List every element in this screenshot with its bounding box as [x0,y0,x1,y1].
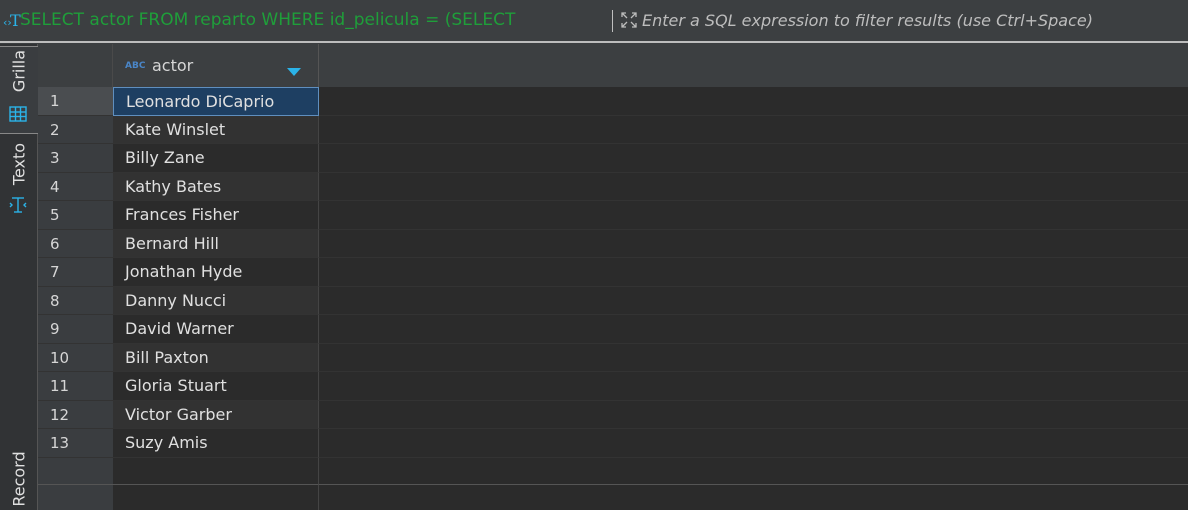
row-number[interactable]: 6 [38,229,113,258]
row-empty-area [319,201,1188,230]
empty-row [38,457,1188,485]
row-empty-area [319,400,1188,429]
row-number[interactable]: 7 [38,258,113,287]
row-empty-area [319,87,1188,116]
actor-cell[interactable]: Frances Fisher [113,201,319,230]
table-row[interactable]: 9 David Warner [38,315,1188,344]
header-empty-area [319,44,1188,87]
expand-icon[interactable] [620,11,638,29]
table-row[interactable]: 4 Kathy Bates [38,172,1188,201]
tab-record[interactable]: Record [0,448,38,510]
column-header-actor[interactable]: ABC actor [113,44,319,87]
row-number[interactable]: 8 [38,286,113,315]
actor-cell[interactable]: Kathy Bates [113,172,319,201]
actor-cell[interactable]: Danny Nucci [113,286,319,315]
table-row[interactable]: 8 Danny Nucci [38,286,1188,315]
tab-texto-label: Texto [9,142,29,186]
actor-cell[interactable]: Billy Zane [113,144,319,173]
view-mode-sidebar: Grilla Texto Record [0,44,38,510]
row-number[interactable]: 12 [38,400,113,429]
row-number[interactable]: 3 [38,144,113,173]
actor-cell[interactable]: Kate Winslet [113,115,319,144]
row-empty-area [319,172,1188,201]
tab-texto[interactable]: Texto [0,140,38,224]
row-number[interactable]: 1 [38,87,113,116]
row-number[interactable]: 11 [38,372,113,401]
row-empty-area [319,343,1188,372]
actor-cell[interactable]: Leonardo DiCaprio [113,87,319,116]
row-empty-area [319,315,1188,344]
actor-cell[interactable]: Bernard Hill [113,229,319,258]
column-header-label: actor [152,56,194,75]
filter-expression-input[interactable] [642,7,1186,33]
row-empty-area [319,429,1188,458]
results-viewer: ‹› T SELECT actor FROM reparto WHERE id_… [0,0,1188,510]
row-number[interactable]: 13 [38,429,113,458]
table-row[interactable]: 1 Leonardo DiCaprio [38,87,1188,116]
grid-rows: 1 Leonardo DiCaprio 2 Kate Winslet 3 Billy Za… [38,87,1188,510]
empty-row [38,484,1188,510]
table-row[interactable]: 5 Frances Fisher [38,201,1188,230]
table-row[interactable]: 11 Gloria Stuart [38,372,1188,401]
string-type-icon: ABC [125,61,146,71]
text-icon [7,194,29,216]
tab-grilla-label: Grilla [9,49,29,93]
actor-cell[interactable]: Victor Garber [113,400,319,429]
row-number[interactable]: 5 [38,201,113,230]
filter-bar: ‹› T SELECT actor FROM reparto WHERE id_… [0,0,1188,44]
actor-cell[interactable]: Jonathan Hyde [113,258,319,287]
row-number[interactable]: 2 [38,115,113,144]
row-empty-area [319,144,1188,173]
row-empty-area [319,258,1188,287]
table-row[interactable]: 12 Victor Garber [38,400,1188,429]
row-number[interactable]: 4 [38,172,113,201]
tab-record-label: Record [9,451,29,507]
row-empty-area [319,372,1188,401]
table-row[interactable]: 3 Billy Zane [38,144,1188,173]
actor-cell[interactable]: David Warner [113,315,319,344]
filter-separator [612,10,613,32]
row-empty-area [319,286,1188,315]
table-row[interactable]: 13 Suzy Amis [38,429,1188,458]
grid-icon [7,103,29,125]
row-empty-area [319,229,1188,258]
table-row[interactable]: 7 Jonathan Hyde [38,258,1188,287]
row-empty-area [319,115,1188,144]
actor-cell[interactable]: Gloria Stuart [113,372,319,401]
row-number[interactable]: 10 [38,343,113,372]
row-number-header [38,44,113,87]
sql-editor-icon[interactable]: ‹› T [3,10,21,30]
sql-query-text[interactable]: SELECT actor FROM reparto WHERE id_pelic… [20,10,607,30]
row-number[interactable]: 9 [38,315,113,344]
table-row[interactable]: 10 Bill Paxton [38,343,1188,372]
actor-cell[interactable]: Bill Paxton [113,343,319,372]
tab-grilla[interactable]: Grilla [0,46,38,134]
results-grid: ABC actor 1 Leonardo DiCaprio 2 Kate Winsle… [38,44,1188,510]
sort-arrow-icon[interactable] [285,62,303,76]
table-row[interactable]: 2 Kate Winslet [38,115,1188,144]
actor-cell[interactable]: Suzy Amis [113,429,319,458]
filter-bar-border [0,41,1188,43]
table-row[interactable]: 6 Bernard Hill [38,229,1188,258]
